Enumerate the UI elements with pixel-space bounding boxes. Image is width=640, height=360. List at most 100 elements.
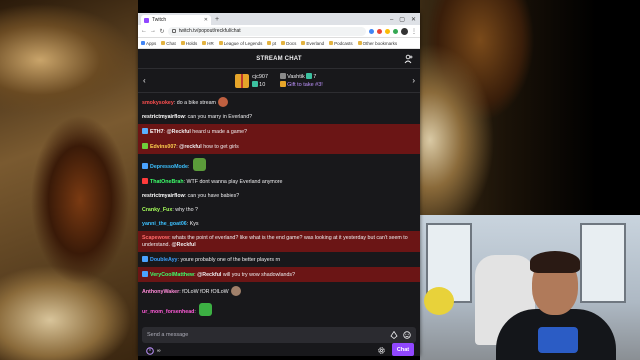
new-tab-icon[interactable]: + (215, 15, 219, 25)
reload-icon[interactable]: ↻ (159, 28, 165, 35)
user-badge-icon[interactable] (142, 177, 148, 184)
chat-input[interactable]: Send a message (142, 327, 416, 343)
chat-mention[interactable]: @reckful (179, 144, 202, 150)
user-badge-icon[interactable] (142, 142, 148, 149)
gift-icon (235, 73, 250, 88)
stream-background-left (0, 0, 138, 360)
chat-message-text: youre probably one of the better players… (180, 256, 281, 263)
chat-message-text: do a bike stream (176, 99, 216, 106)
user-badge-icon[interactable] (142, 162, 148, 169)
bookmark-item[interactable]: Apps (141, 41, 156, 46)
chevron-left-icon[interactable]: ‹ (143, 76, 146, 85)
chat-emote-icon (192, 157, 206, 171)
bookmark-item[interactable]: Other bookmarks (357, 41, 397, 46)
extension-icon[interactable] (369, 28, 374, 34)
stream-background-right (420, 0, 640, 215)
forward-icon[interactable]: → (150, 28, 156, 34)
bookmark-item[interactable]: Holds (180, 41, 197, 46)
back-icon[interactable]: ← (141, 28, 147, 34)
chat-mention[interactable]: @Reckful (197, 272, 221, 278)
chat-username[interactable]: ur_mom_forsenhead (142, 309, 194, 315)
bits-icon[interactable] (390, 331, 398, 339)
gear-icon[interactable] (377, 346, 386, 355)
chat-mention[interactable]: @Reckful (171, 242, 195, 248)
bookmark-item[interactable]: League of Legends (218, 41, 262, 46)
bookmark-icon (202, 41, 207, 45)
extension-icon[interactable] (385, 28, 390, 34)
user-badge-icon[interactable] (142, 270, 148, 277)
chat-mention[interactable]: @Reckful (167, 129, 191, 135)
chat-message: smokysokey: do a bike stream (138, 93, 420, 110)
chat-username[interactable]: VeryCoolMatthew (150, 272, 194, 278)
gift-badge-icon (252, 80, 259, 87)
extension-icon[interactable] (393, 28, 398, 34)
chat-username[interactable]: Cranky_Fux (142, 207, 172, 213)
gift-cta-link[interactable]: Gift to take #3! (287, 82, 323, 88)
chat-message: yanni_the_goat06: Kys (138, 217, 420, 231)
chat-message-list[interactable]: smokysokey: do a bike stream restrictmyai… (138, 93, 420, 324)
send-chat-button[interactable]: Chat (392, 343, 414, 356)
channel-points[interactable]: ∞ (146, 347, 161, 355)
chat-message: DepressoMode: (138, 154, 420, 174)
chat-username[interactable]: AnthonyWaker (142, 289, 179, 295)
chat-username[interactable]: yanni_the_goat06 (142, 221, 187, 227)
chat-username[interactable]: restrictmyairflow (142, 193, 185, 199)
chat-username[interactable]: Scapewow (142, 235, 169, 241)
close-window-icon[interactable]: ✕ (411, 15, 416, 25)
lock-icon (172, 29, 176, 33)
chat-username[interactable]: ThatOneBrah (150, 179, 184, 185)
bookmark-item[interactable]: Chat (161, 41, 176, 46)
bookmark-icon (301, 41, 306, 45)
chat-username[interactable]: Edvins007 (150, 144, 176, 150)
chat-message: Edvins007: @reckful how to get girls (138, 139, 420, 154)
maximize-icon[interactable]: ▢ (399, 15, 405, 25)
tab-title: Twitch (152, 17, 167, 23)
bookmark-item[interactable]: Docs (281, 41, 296, 46)
chat-username[interactable]: DoubleAyy (150, 257, 177, 263)
chevron-right-icon[interactable]: › (412, 76, 415, 85)
chat-message: Scapewow: whats the point of everland? l… (138, 231, 420, 252)
shirt-graphic (538, 327, 578, 353)
bookmark-icon (180, 41, 185, 45)
chat-username[interactable]: ETH7 (150, 129, 164, 135)
bookmark-icon (161, 41, 166, 45)
chat-username[interactable]: DepressoMode (150, 164, 188, 170)
bookmark-item[interactable]: HR (202, 41, 214, 46)
tab-close-icon[interactable]: ✕ (204, 17, 208, 23)
chat-message-text: Kys (189, 220, 199, 227)
chat-message-text: fOLoW fOR fOlLoW (182, 288, 229, 295)
tab-twitch[interactable]: Twitch ✕ (141, 15, 211, 25)
bookmark-item[interactable]: Podcasts (329, 41, 353, 46)
gift-badge-icon (306, 73, 313, 79)
chat-emote-icon (230, 285, 241, 296)
profile-avatar[interactable] (401, 27, 408, 35)
user-badge-icon (280, 73, 287, 79)
chat-message-text: why tho ? (175, 206, 198, 213)
browser-menu-icon[interactable]: ⋮ (411, 28, 417, 35)
chat-message: AnthonyWaker: fOLoW fOR fOlLoW (138, 282, 420, 299)
chat-username[interactable]: restrictmyairflow (142, 114, 185, 120)
chat-message-text: can you marry in Everland? (187, 113, 253, 120)
emote-picker-icon[interactable] (403, 331, 411, 339)
apps-icon (141, 41, 145, 45)
extension-icon[interactable] (377, 28, 382, 34)
user-badge-icon[interactable] (142, 255, 148, 262)
user-badge-icon[interactable] (142, 127, 148, 134)
chat-message-text: can you have babies? (187, 192, 240, 199)
community-icon[interactable] (404, 54, 414, 64)
bookmark-item[interactable]: pt (267, 41, 276, 46)
minimize-icon[interactable]: – (390, 15, 393, 25)
rubber-duck (424, 287, 454, 315)
chat-message: ThatOneBrah: WTF dont wanna play Everlan… (138, 174, 420, 189)
bookmark-item[interactable]: Everland (301, 41, 324, 46)
bookmark-icon (281, 41, 286, 45)
address-field[interactable]: twitch.tv/popout/reckful/chat (168, 26, 366, 36)
gift-username: Vashtik (287, 74, 305, 80)
streamer-hair (530, 251, 580, 273)
chat-username[interactable]: smokysokey (142, 100, 174, 106)
webcam-feed (420, 215, 640, 360)
chat-message-text: will you try wow shadowlands? (221, 271, 296, 278)
chat-message-text: how to get girls (201, 143, 239, 150)
address-text: twitch.tv/popout/reckful/chat (179, 28, 241, 34)
chat-message: restrictmyairflow: can you marry in Ever… (138, 110, 420, 124)
